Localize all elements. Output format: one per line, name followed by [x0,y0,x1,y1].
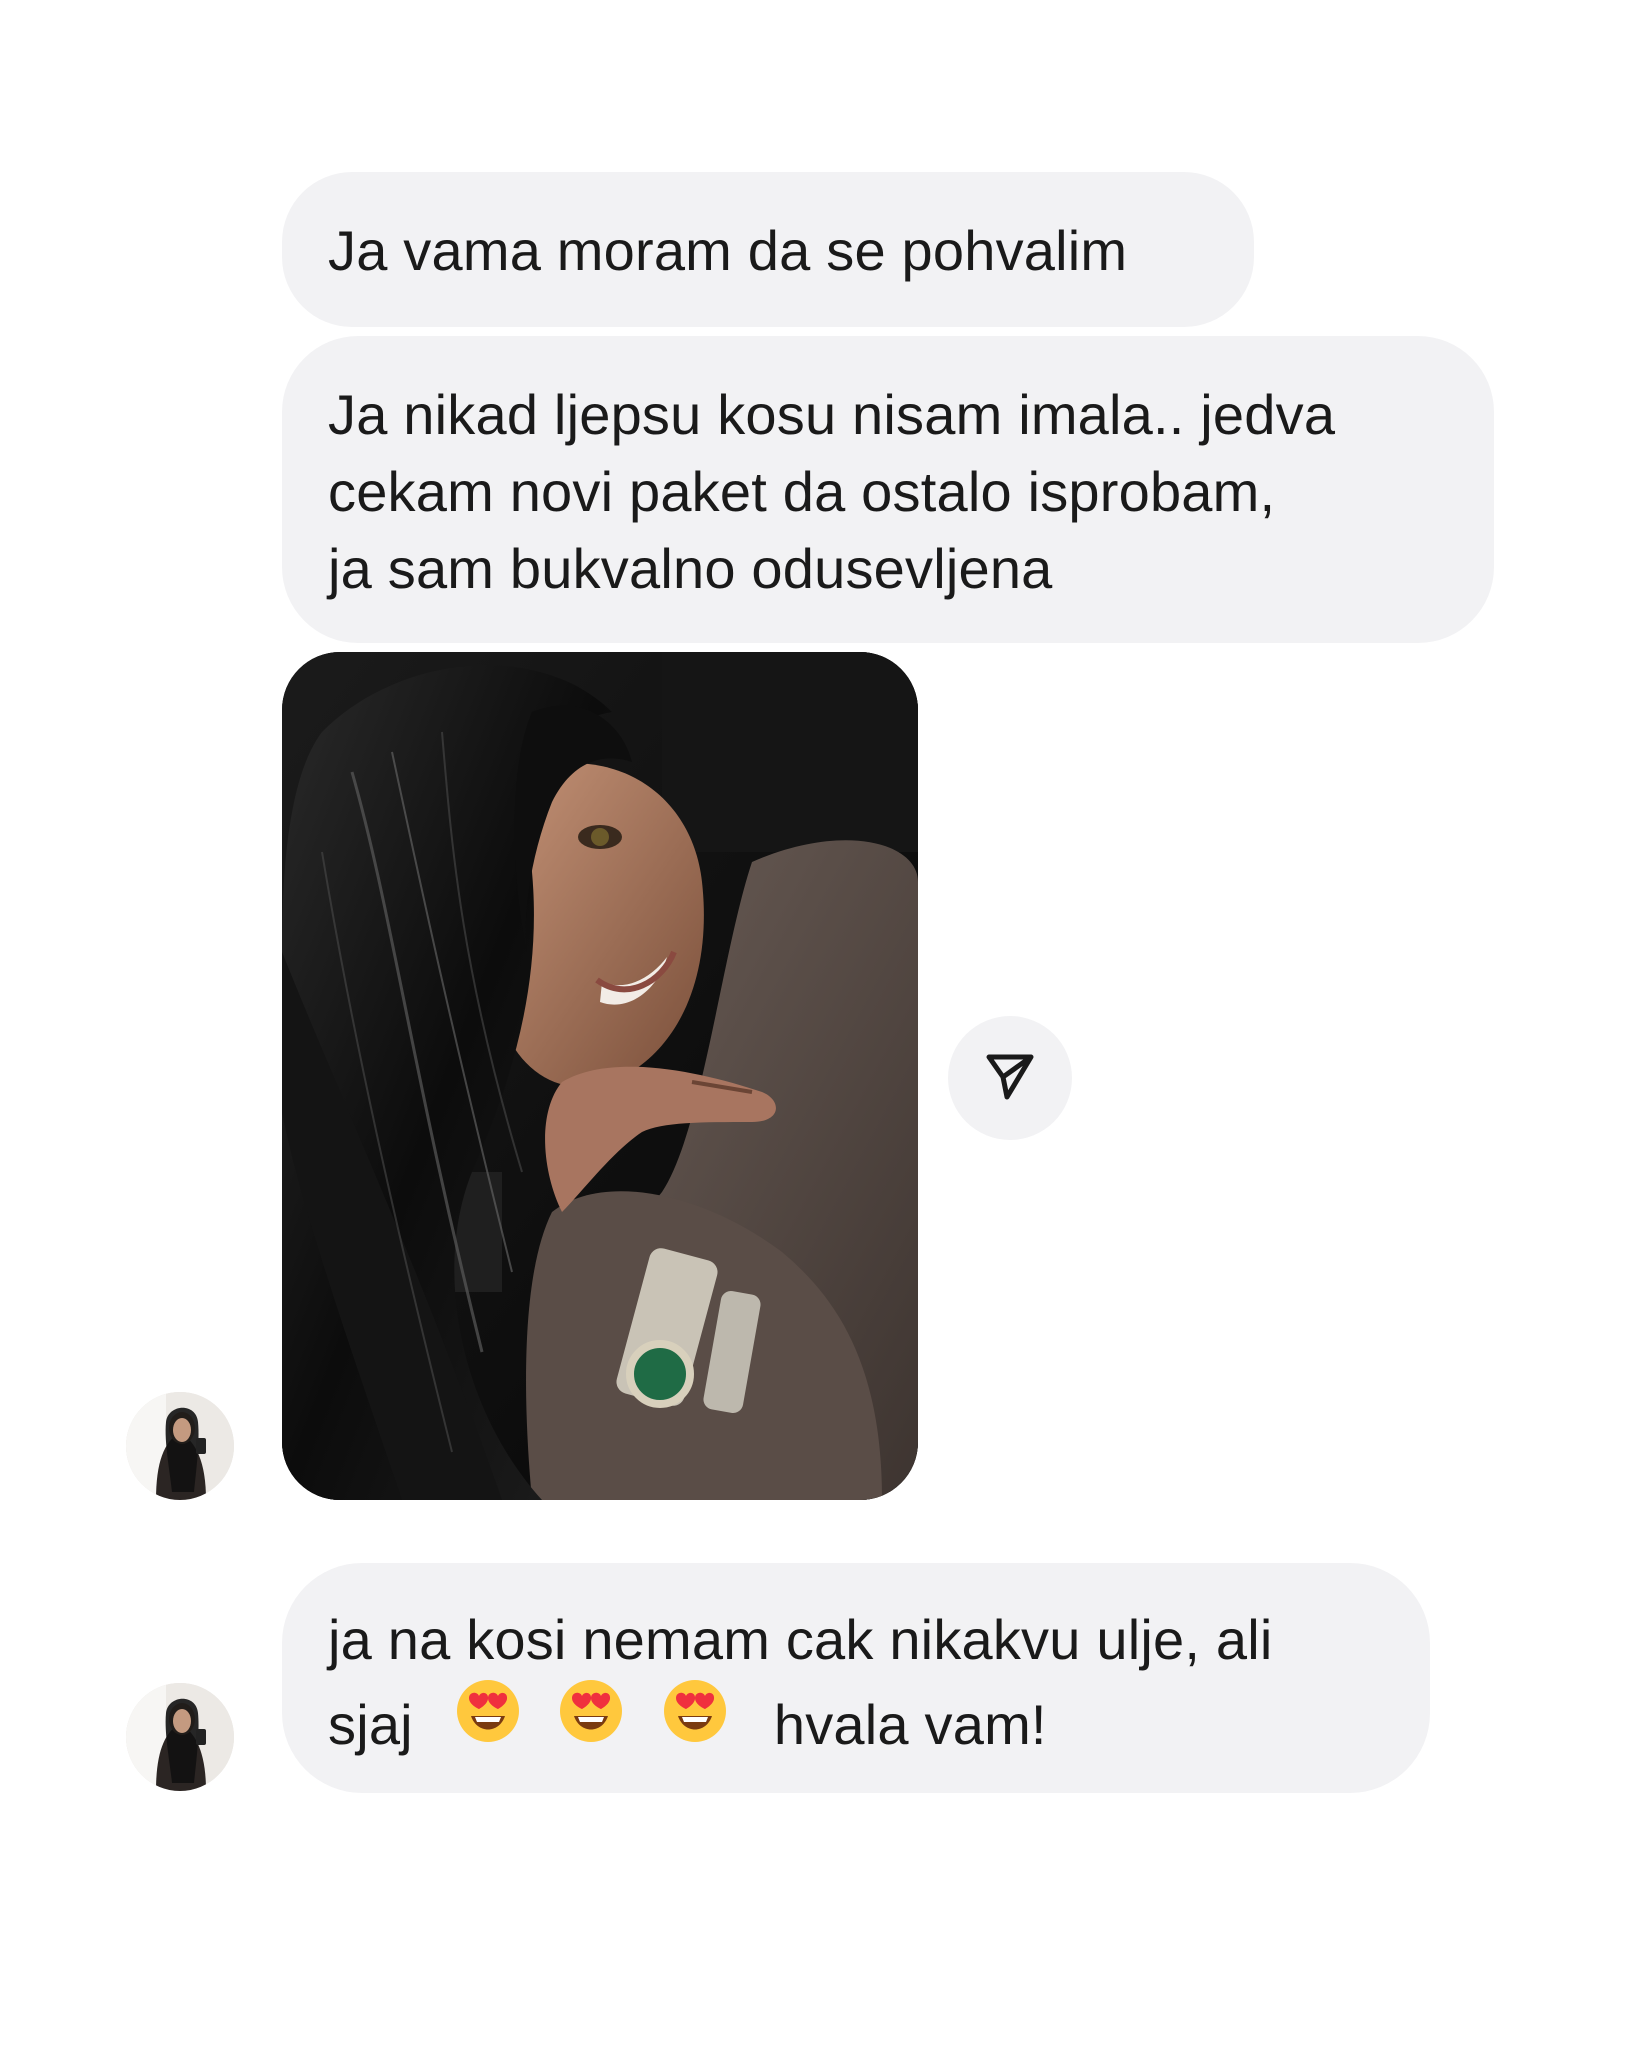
message-text: Ja vama moram da se pohvalim [328,219,1128,282]
message-text-line: ja sam bukvalno odusevljena [328,537,1053,600]
share-button[interactable] [948,1016,1072,1140]
heart-eyes-emoji-icon [558,1678,624,1744]
message-bubble[interactable]: Ja vama moram da se pohvalim [282,172,1254,327]
user-avatar-icon [126,1392,234,1500]
message-text-line: cekam novi paket da ostalo isprobam, [328,460,1276,523]
message-bubble[interactable]: Ja nikad ljepsu kosu nisam imala.. jedva… [282,336,1494,643]
avatar[interactable] [126,1683,234,1791]
heart-eyes-emoji-icon [455,1678,521,1744]
message-text-segment: sjaj [328,1693,413,1756]
avatar[interactable] [126,1392,234,1500]
user-avatar-icon [126,1683,234,1791]
photo-image [282,652,918,1500]
send-paper-plane-icon [981,1047,1039,1110]
message-text-line: Ja nikad ljepsu kosu nisam imala.. jedva [328,383,1336,446]
message-bubble[interactable]: ja na kosi nemam cak nikakvu ulje, ali s… [282,1563,1430,1793]
photo-message[interactable] [282,652,918,1500]
message-text-line: ja na kosi nemam cak nikakvu ulje, ali [328,1608,1273,1671]
heart-eyes-emoji-icon [662,1678,728,1744]
message-text-line: sjaj hvala vam! [328,1678,1430,1763]
message-text-segment: hvala vam! [773,1693,1047,1756]
